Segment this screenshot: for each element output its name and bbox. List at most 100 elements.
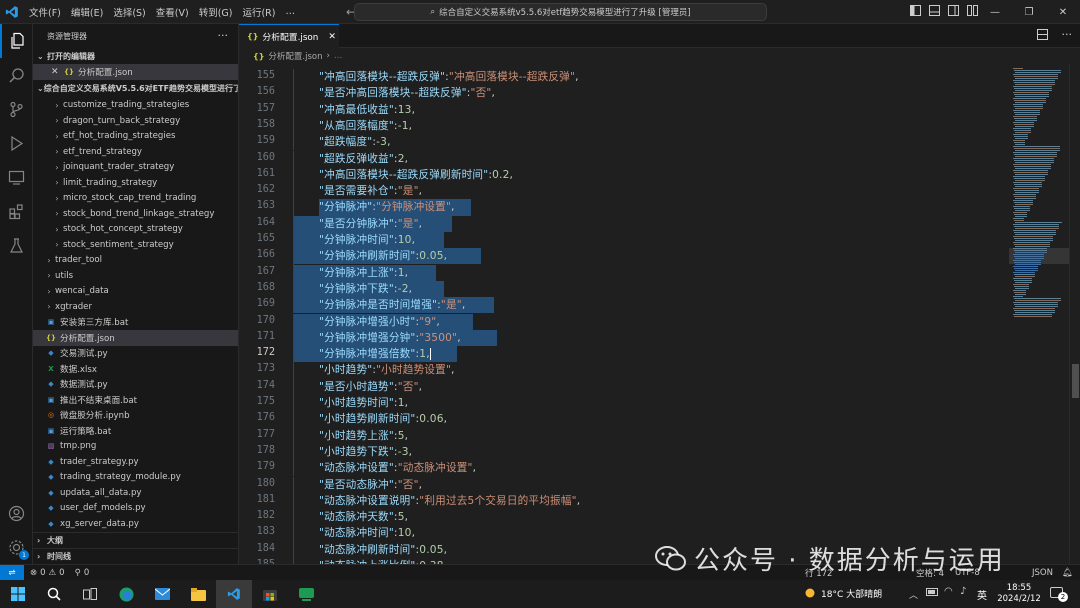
- timeline-section[interactable]: › 时间线: [33, 548, 238, 564]
- search-sidebar-icon[interactable]: [0, 58, 33, 92]
- split-editor-icon[interactable]: [1036, 29, 1048, 43]
- breadcrumb-file[interactable]: 分析配置.json: [268, 50, 322, 62]
- start-windows-icon[interactable]: [0, 580, 36, 608]
- tab-analysis-config[interactable]: {} 分析配置.json ✕: [239, 24, 339, 48]
- account-icon[interactable]: [0, 496, 33, 530]
- tree-folder[interactable]: › stock_bond_trend_linkage_strategy: [33, 206, 238, 222]
- green-app-icon[interactable]: [288, 580, 324, 608]
- extensions-icon[interactable]: [0, 194, 33, 228]
- maximize-icon[interactable]: ❐: [1012, 0, 1046, 24]
- toggle-sidebar-icon[interactable]: [910, 5, 921, 19]
- minimap-line: [1015, 222, 1062, 223]
- clock[interactable]: 18:55 2024/2/12: [996, 583, 1042, 605]
- tree-folder[interactable]: › trader_tool: [33, 253, 238, 269]
- code-editor[interactable]: 155 "冲高回落模块--超跌反弹":"冲高回落模块--超跌反弹", 156 "是否冲…: [239, 64, 1009, 564]
- edge-browser-icon[interactable]: [108, 580, 144, 608]
- weather-widget[interactable]: 18°C 大部晴朗: [803, 586, 882, 600]
- watermark-text: 公众号 · 数据分析与运用: [694, 546, 1005, 576]
- tree-folder[interactable]: › stock_hot_concept_strategy: [33, 222, 238, 238]
- mail-icon[interactable]: [144, 580, 180, 608]
- workspace-section[interactable]: ⌄ 综合自定义交易系统V5.5.6对ETF趋势交易模型进行了...: [33, 80, 238, 98]
- chevron-right-icon: ›: [55, 224, 59, 234]
- minimap-line: [1014, 310, 1055, 311]
- tree-folder[interactable]: › limit_trading_strategy: [33, 175, 238, 191]
- tree-file[interactable]: X 数据.xlsx: [33, 361, 238, 377]
- battery-icon[interactable]: [926, 588, 939, 599]
- tree-folder[interactable]: › utils: [33, 268, 238, 284]
- tree-file[interactable]: ▣ 运行策略.bat: [33, 423, 238, 439]
- tree-folder[interactable]: › xgtrader: [33, 299, 238, 315]
- minimap-viewport[interactable]: [1009, 248, 1069, 264]
- close-tab-icon[interactable]: ✕: [328, 32, 336, 42]
- notifications-bell-icon[interactable]: 🔔︎: [1062, 568, 1073, 578]
- code-token-tail: ,: [404, 429, 409, 442]
- code-token-tail: ,: [408, 282, 413, 295]
- remote-explorer-icon[interactable]: [0, 160, 33, 194]
- tree-file[interactable]: ◆ 交易测试.py: [33, 346, 238, 362]
- outline-section[interactable]: › 大纲: [33, 532, 238, 548]
- tree-file[interactable]: ◆ updata_all_data.py: [33, 485, 238, 501]
- vertical-scrollbar[interactable]: [1069, 64, 1080, 564]
- toggle-secondary-sidebar-icon[interactable]: [948, 5, 959, 19]
- menu-view[interactable]: 查看(V): [151, 5, 194, 19]
- volume-icon[interactable]: ♪: [960, 586, 966, 597]
- tree-folder[interactable]: › dragon_turn_back_strategy: [33, 113, 238, 129]
- tree-folder[interactable]: › stock_sentiment_strategy: [33, 237, 238, 253]
- customize-layout-icon[interactable]: [967, 5, 978, 19]
- tree-file[interactable]: ▧ tmp.png: [33, 439, 238, 455]
- command-center[interactable]: ⌕ 综合自定义交易系统v5.5.6对etf趋势交易模型进行了升级 [管理员]: [354, 3, 767, 21]
- close-window-icon[interactable]: ✕: [1046, 0, 1080, 24]
- scrollbar-thumb[interactable]: [1072, 364, 1079, 398]
- tree-file[interactable]: ▣ 安装第三方库.bat: [33, 315, 238, 331]
- menu-go[interactable]: 转到(G): [194, 5, 238, 19]
- code-token-key: "超跌幅度": [319, 136, 373, 149]
- file-explorer-icon[interactable]: [180, 580, 216, 608]
- chevron-right-icon: ›: [37, 536, 41, 545]
- tree-file[interactable]: {} 分析配置.json: [33, 330, 238, 346]
- store-icon[interactable]: [252, 580, 288, 608]
- menu-more[interactable]: …: [280, 6, 300, 17]
- tray-overflow-icon[interactable]: ︿: [909, 588, 918, 601]
- tree-file[interactable]: ◆ 数据测试.py: [33, 377, 238, 393]
- source-control-icon[interactable]: [0, 92, 33, 126]
- wifi-icon[interactable]: ◠: [944, 586, 953, 597]
- tree-file[interactable]: ◆ xg_server_data.py: [33, 516, 238, 532]
- tree-folder[interactable]: › joinquant_trader_strategy: [33, 160, 238, 176]
- taskbar-search-icon[interactable]: [36, 580, 72, 608]
- notification-center-icon[interactable]: 2: [1050, 586, 1068, 603]
- ports-indicator[interactable]: ⚲ 0: [75, 568, 90, 578]
- vscode-taskbar-icon[interactable]: [216, 580, 252, 608]
- remote-indicator-icon[interactable]: ⇌: [0, 564, 24, 581]
- toggle-panel-icon[interactable]: [929, 5, 940, 19]
- more-actions-icon[interactable]: ···: [218, 29, 229, 42]
- tree-file[interactable]: ◆ trader_strategy.py: [33, 454, 238, 470]
- settings-gear-icon[interactable]: 1: [0, 530, 33, 564]
- tree-file[interactable]: ▣ 推出不结束桌面.bat: [33, 392, 238, 408]
- ime-indicator[interactable]: 英: [977, 587, 987, 602]
- language-mode[interactable]: JSON: [1032, 568, 1053, 578]
- menu-run[interactable]: 运行(R): [237, 5, 280, 19]
- problems-indicator[interactable]: ⊗ 0 ⚠ 0: [30, 568, 65, 578]
- testing-flask-icon[interactable]: [0, 228, 33, 262]
- minimize-icon[interactable]: —: [978, 0, 1012, 24]
- tree-file[interactable]: ◎ 微盘股分析.ipynb: [33, 408, 238, 424]
- tree-folder[interactable]: › etf_trend_strategy: [33, 144, 238, 160]
- editor-more-icon[interactable]: ···: [1062, 29, 1073, 43]
- open-editors-section[interactable]: ⌄ 打开的编辑器: [33, 48, 238, 64]
- tree-file[interactable]: ◆ user_def_models.py: [33, 501, 238, 517]
- menu-selection[interactable]: 选择(S): [108, 5, 150, 19]
- task-view-icon[interactable]: [72, 580, 108, 608]
- close-editor-icon[interactable]: ✕: [51, 67, 63, 77]
- open-editor-item[interactable]: ✕ {} 分析配置.json: [33, 64, 238, 80]
- tree-folder[interactable]: › wencai_data: [33, 284, 238, 300]
- menu-file[interactable]: 文件(F): [24, 5, 66, 19]
- minimap[interactable]: [1009, 64, 1069, 564]
- tree-folder[interactable]: › micro_stock_cap_trend_trading: [33, 191, 238, 207]
- code-token-tail: ,: [404, 397, 409, 409]
- menu-edit[interactable]: 编辑(E): [66, 5, 108, 19]
- tree-file[interactable]: ◆ trading_strategy_module.py: [33, 470, 238, 486]
- tree-folder[interactable]: › customize_trading_strategies: [33, 98, 238, 114]
- explorer-icon[interactable]: [0, 24, 33, 58]
- tree-folder[interactable]: › etf_hot_trading_strategies: [33, 129, 238, 145]
- run-debug-icon[interactable]: [0, 126, 33, 160]
